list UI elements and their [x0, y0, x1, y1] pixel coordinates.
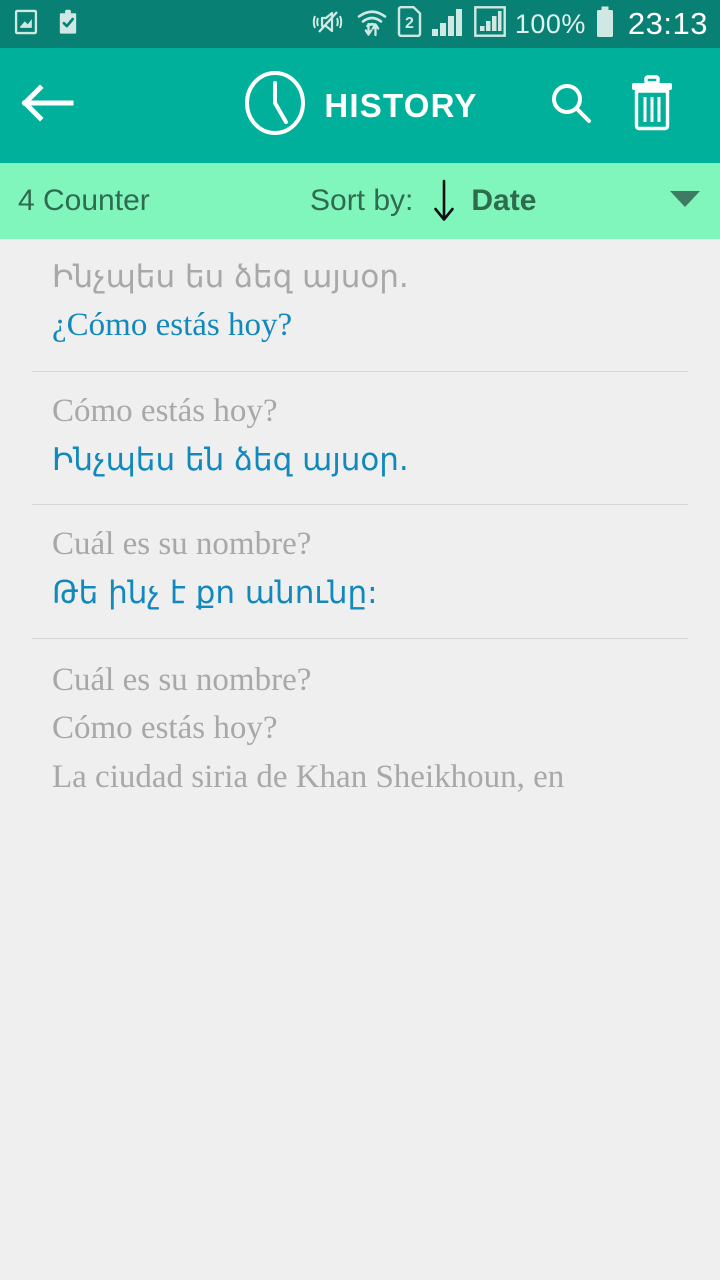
back-button[interactable] [0, 81, 96, 130]
history-partial-line-2: Cómo estás hoy? [52, 710, 278, 747]
history-list[interactable]: Ինչպես ես ձեզ այսօր. ¿Cómo estás hoy? Có… [0, 239, 720, 1280]
item-counter-label: 4 Counter [18, 184, 150, 217]
sort-dropdown-button[interactable] [668, 188, 702, 215]
status-bar-right-icons: 2 100% 23:13 [311, 6, 708, 43]
arrow-down-icon[interactable] [431, 178, 457, 224]
sort-value-label: Date [471, 184, 537, 217]
status-bar-left-icons [12, 8, 82, 41]
battery-percent-label: 100% [514, 8, 586, 39]
history-target-text: Թե ինչ է քո անունը: [52, 575, 378, 612]
clipboard-check-icon [54, 8, 82, 41]
page-title: HISTORY [324, 86, 478, 124]
history-source-text: Cuál es su nombre? [52, 526, 312, 563]
svg-text:2: 2 [405, 15, 414, 32]
history-partial-line-1: Cuál es su nombre? [52, 661, 312, 698]
chevron-down-icon [668, 188, 702, 215]
app-root: 2 100% 23:13 HISTORY 4 Counter Sort by: … [0, 0, 720, 1280]
app-bar-actions [548, 75, 720, 136]
list-item[interactable]: Ինչպես ես ձեզ այսօր. ¿Cómo estás hoy? [0, 239, 720, 373]
list-item[interactable]: Cuál es su nombre? Թե ինչ է քո անունը: [0, 505, 720, 639]
search-button[interactable] [548, 80, 594, 131]
mute-vibrate-icon [311, 7, 347, 42]
history-source-text: Ինչպես ես ձեզ այսօր. [52, 259, 409, 295]
battery-full-icon [595, 6, 615, 43]
image-icon [12, 8, 40, 41]
search-icon [548, 80, 594, 131]
signal-boxed-icon [473, 6, 506, 42]
list-item[interactable]: Cómo estás hoy? Ինչպես են ձեզ այսօր. [0, 372, 720, 506]
sim2-icon: 2 [397, 6, 422, 42]
signal-bars-icon [431, 7, 465, 42]
status-bar: 2 100% 23:13 [0, 0, 720, 48]
clock-icon [242, 70, 308, 141]
wifi-transfer-icon [356, 7, 388, 42]
status-bar-clock: 23:13 [627, 6, 708, 41]
history-target-text: Ինչպես են ձեզ այսօր. [52, 442, 409, 479]
list-item[interactable]: Cuál es su nombre? Cómo estás hoy? La ci… [0, 639, 720, 800]
back-arrow-icon [19, 81, 77, 130]
delete-all-button[interactable] [628, 75, 676, 136]
list-fade-overlay [0, 984, 720, 1094]
history-partial-line-3: La ciudad siria de Khan Sheikhoun, en [52, 759, 565, 796]
trash-icon [628, 75, 676, 136]
sort-control[interactable]: Sort by: Date [310, 178, 536, 224]
app-bar: HISTORY [0, 48, 720, 163]
history-source-text: Cómo estás hoy? [52, 393, 278, 430]
sort-bar: 4 Counter Sort by: Date [0, 163, 720, 239]
history-target-text: ¿Cómo estás hoy? [52, 307, 293, 344]
sort-by-label: Sort by: [310, 184, 414, 217]
